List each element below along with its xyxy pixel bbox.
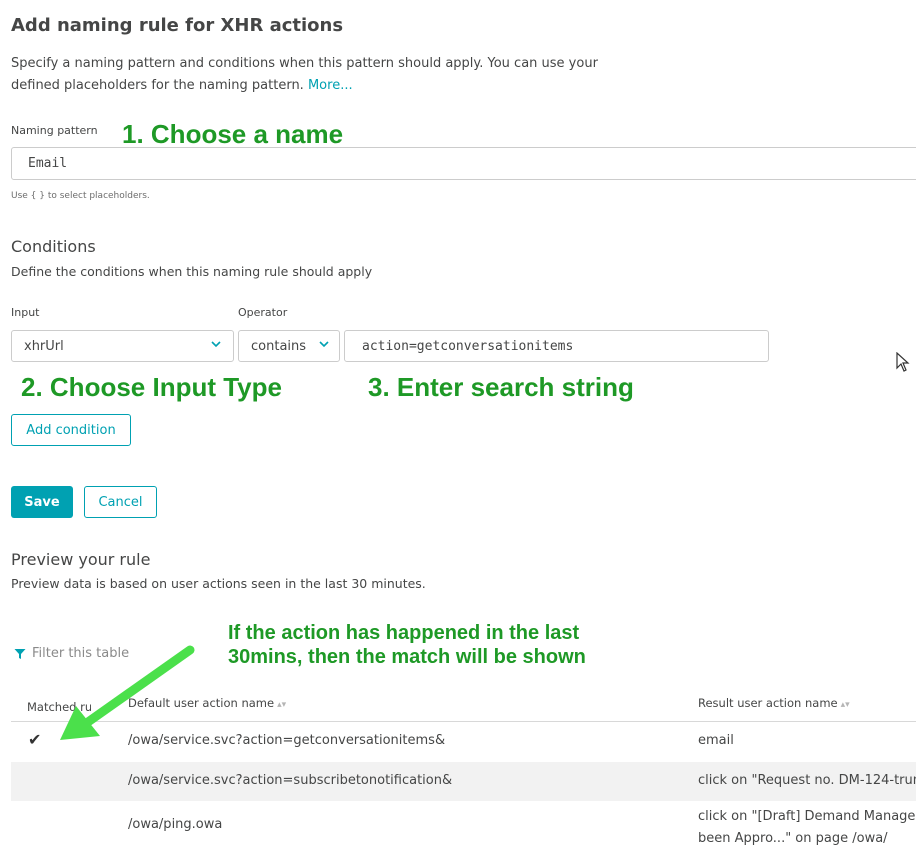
cancel-button[interactable]: Cancel bbox=[84, 486, 157, 518]
row-result-name: click on "Request no. DM-124-trum bbox=[698, 773, 916, 788]
column-header-result-name[interactable]: Result user action name ▴▾ bbox=[698, 696, 850, 710]
description-line-2: defined placeholders for the naming patt… bbox=[11, 78, 304, 93]
naming-pattern-hint: Use { } to select placeholders. bbox=[11, 191, 150, 201]
input-label: Input bbox=[11, 306, 40, 319]
description-line-1: Specify a naming pattern and conditions … bbox=[11, 56, 598, 71]
annotation-step3: 3. Enter search string bbox=[368, 372, 634, 402]
more-link[interactable]: More... bbox=[308, 78, 353, 93]
annotation-note: If the action has happened in the last 3… bbox=[228, 622, 586, 668]
operator-value: contains bbox=[251, 338, 307, 354]
search-string-input[interactable]: action=getconversationitems bbox=[344, 330, 769, 362]
operator-label: Operator bbox=[238, 306, 288, 319]
row-result-name: email bbox=[698, 733, 734, 748]
mouse-cursor-icon bbox=[896, 352, 910, 372]
input-type-select[interactable]: xhrUrl bbox=[11, 330, 234, 362]
sort-icon: ▴▾ bbox=[840, 700, 850, 710]
naming-pattern-value: Email bbox=[28, 156, 68, 171]
page-title: Add naming rule for XHR actions bbox=[11, 15, 344, 36]
annotation-step2: 2. Choose Input Type bbox=[21, 372, 282, 402]
naming-pattern-input[interactable]: Email bbox=[11, 147, 916, 180]
page-description: Specify a naming pattern and conditions … bbox=[11, 53, 611, 97]
chevron-down-icon bbox=[211, 339, 221, 352]
row-default-name: /owa/service.svc?action=subscribetonotif… bbox=[128, 773, 453, 788]
annotation-step1: 1. Choose a name bbox=[122, 119, 344, 149]
sort-icon: ▴▾ bbox=[277, 700, 287, 710]
row-result-name: click on "[Draft] Demand Managem been Ap… bbox=[698, 809, 916, 846]
save-button[interactable]: Save bbox=[11, 486, 73, 518]
filter-icon bbox=[14, 648, 26, 659]
check-icon: ✔ bbox=[28, 730, 42, 749]
chevron-down-icon bbox=[319, 339, 329, 352]
preview-title: Preview your rule bbox=[11, 550, 151, 569]
green-arrow-icon bbox=[60, 645, 195, 740]
search-string-value: action=getconversationitems bbox=[362, 338, 574, 354]
row-default-name: /owa/ping.owa bbox=[128, 817, 223, 832]
operator-select[interactable]: contains bbox=[238, 330, 340, 362]
add-condition-button[interactable]: Add condition bbox=[11, 414, 131, 446]
input-type-value: xhrUrl bbox=[24, 338, 64, 354]
conditions-title: Conditions bbox=[11, 237, 96, 256]
conditions-subtitle: Define the conditions when this naming r… bbox=[11, 264, 373, 279]
preview-subtitle: Preview data is based on user actions se… bbox=[11, 576, 426, 591]
naming-pattern-label: Naming pattern bbox=[11, 124, 98, 137]
